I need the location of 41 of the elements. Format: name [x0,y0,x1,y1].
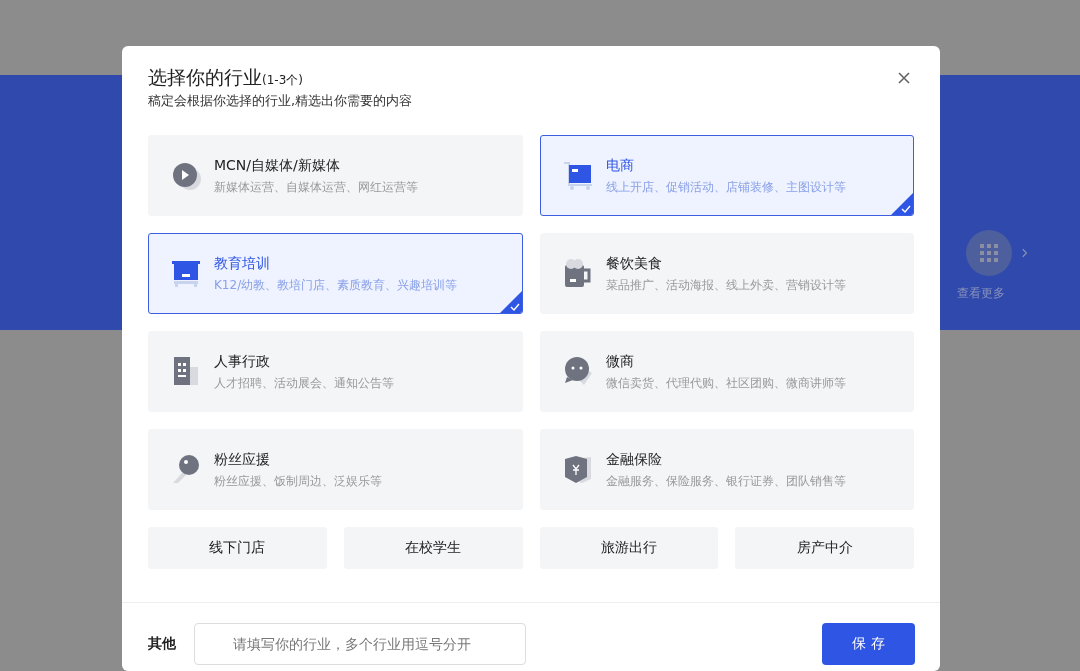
industry-card[interactable]: 电商 线上开店、促销活动、店铺装修、主图设计等 [539,134,914,216]
industry-name: 微商 [605,351,635,370]
save-button[interactable]: 保 存 [822,622,915,665]
industry-chip[interactable]: 在校学生 [343,526,523,569]
industry-card[interactable]: MCN/自媒体/新媒体 新媒体运营、自媒体运营、网红运营等 [148,134,523,216]
industry-description: 微信卖货、代理代购、社区团购、微商讲师等 [605,374,846,391]
industry-description: 线上开店、促销活动、店铺装修、主图设计等 [605,178,846,195]
dialog-subtitle: 稿定会根据你选择的行业,精选出你需要的内容 [148,92,413,110]
industry-card[interactable]: 餐饮美食 菜品推广、活动海报、线上外卖、营销设计等 [539,232,914,314]
industry-description: 粉丝应援、饭制周边、泛娱乐等 [214,472,382,489]
industry-card[interactable]: 微商 微信卖货、代理代购、社区团购、微商讲师等 [539,330,914,412]
title-note: (1-3个) [262,73,303,89]
industry-description: 金融服务、保险服务、银行证券、团队销售等 [605,472,846,489]
microphone-icon [170,453,202,485]
other-label: 其他 [148,634,177,653]
industry-card[interactable]: 粉丝应援 粉丝应援、饭制周边、泛娱乐等 [148,428,523,510]
chevron-right-icon[interactable] [1022,248,1028,258]
industry-name: MCN/自媒体/新媒体 [214,155,341,174]
grid-icon [979,243,999,263]
check-corner-icon [499,290,522,313]
industry-chip[interactable]: 线下门店 [148,526,327,569]
check-corner-icon [891,192,913,215]
industry-card[interactable]: 金融保险 金融服务、保险服务、银行证券、团队销售等 [539,428,914,510]
industry-card[interactable]: 人事行政 人才招聘、活动展会、通知公告等 [148,330,523,412]
industry-description: K12/幼教、教培门店、素质教育、兴趣培训等 [214,276,458,293]
other-industry-field[interactable]: 请填写你的行业，多个行业用逗号分开 [194,622,526,665]
industry-chip[interactable]: 旅游出行 [539,526,719,569]
cart-icon [561,159,594,191]
industry-chip[interactable]: 房产中介 [735,526,914,569]
industry-name: 金融保险 [605,449,663,468]
industry-name: 人事行政 [214,351,271,370]
industry-card[interactable]: 教育培训 K12/幼教、教培门店、素质教育、兴趣培训等 [148,232,523,314]
industry-name: 餐饮美食 [605,253,663,272]
industry-name: 粉丝应援 [214,449,271,468]
industry-description: 菜品推广、活动海报、线上外卖、营销设计等 [605,276,846,293]
industry-name: 教育培训 [214,253,271,272]
close-icon[interactable] [896,70,912,86]
industry-description: 人才招聘、活动展会、通知公告等 [214,374,394,391]
industry-name: 电商 [605,155,635,174]
dialog-title: 选择你的行业 [148,65,262,90]
industry-description: 新媒体运营、自媒体运营、网红运营等 [214,178,418,195]
